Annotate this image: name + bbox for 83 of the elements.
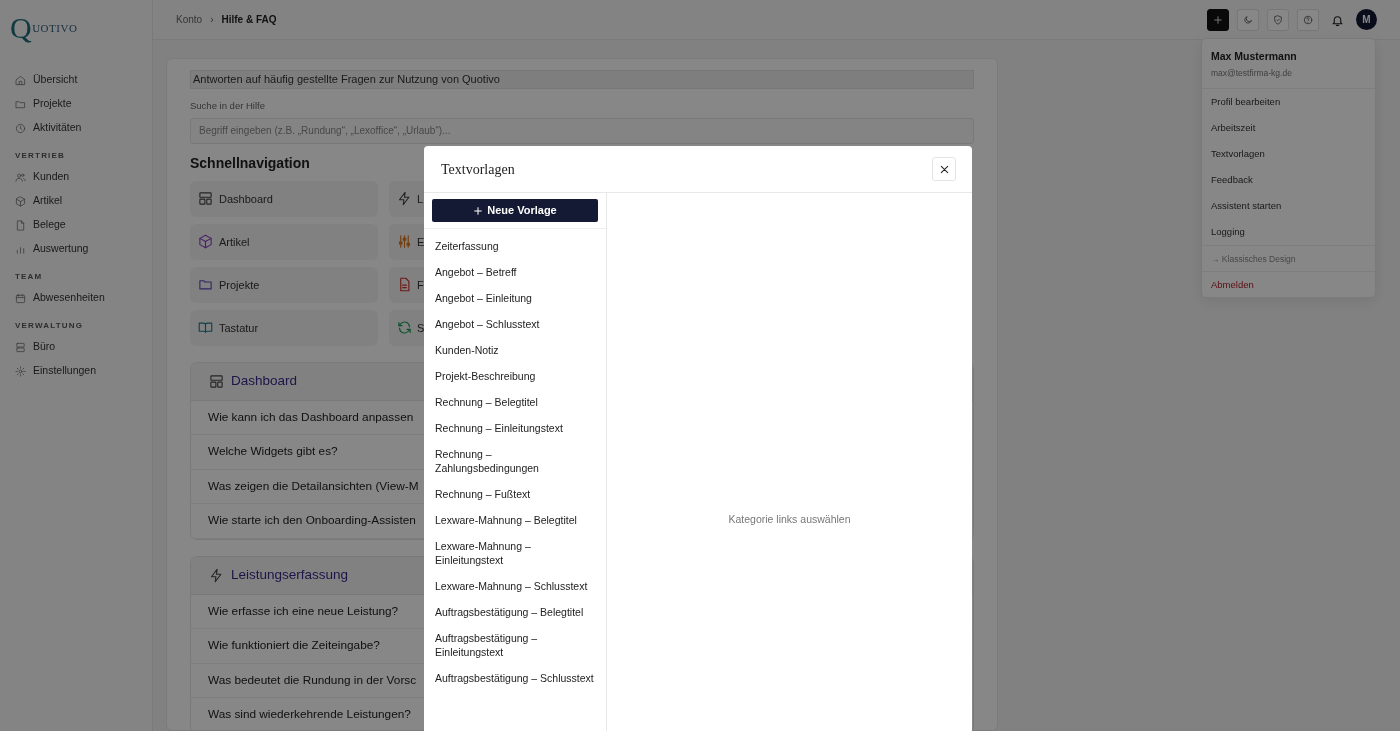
section-heading: TEAM <box>15 271 44 283</box>
plus-icon <box>1213 14 1223 25</box>
template-item[interactable]: Lexware-Mahnung – Belegtitel <box>424 507 606 533</box>
document-icon <box>397 277 412 293</box>
template-item[interactable]: Auftragsbestätigung – Schlusstext <box>424 665 606 691</box>
menu-item[interactable]: Arbeitszeit <box>1202 114 1375 141</box>
avatar[interactable]: M <box>1356 9 1377 30</box>
template-item[interactable]: Projekt-Beschreibung <box>424 363 606 389</box>
section-heading: VERTRIEB <box>15 150 67 162</box>
search-field[interactable]: Begriff eingeben (z.B. „Rundung“, „Lexoffice“, „Urlaub“)... <box>190 117 974 144</box>
section-title: Schnellnavigation <box>190 153 310 173</box>
menu-item[interactable]: Textvorlagen <box>1202 140 1375 167</box>
menu-item[interactable]: Assistent starten <box>1202 192 1375 219</box>
lightning-icon <box>397 191 412 207</box>
template-item[interactable]: Kunden-Notiz <box>424 337 606 363</box>
sidebar-item[interactable]: Einstellungen <box>10 359 142 383</box>
template-item[interactable]: Rechnung – Belegtitel <box>424 389 606 415</box>
menu-item[interactable]: Feedback <box>1202 166 1375 193</box>
cube-icon <box>15 195 26 207</box>
template-item[interactable]: Rechnung – Fußtext <box>424 481 606 507</box>
quick-link-tile[interactable]: Artikel <box>190 223 378 260</box>
menu-item[interactable]: Profil bearbeiten <box>1202 88 1375 115</box>
sidebar-item[interactable]: Übersicht <box>10 68 142 92</box>
home-icon <box>15 74 26 86</box>
layout-icon <box>209 373 224 389</box>
modal-title: Textvorlagen <box>441 160 515 179</box>
menu-item[interactable]: Abmelden <box>1202 270 1375 297</box>
template-item[interactable]: Lexware-Mahnung – Einleitungstext <box>424 533 606 573</box>
empty-hint: Kategorie links auswählen <box>728 512 851 527</box>
user-email: max@testfirma-kg.de <box>1211 66 1293 80</box>
help-icon <box>1303 14 1313 25</box>
settings-icon <box>15 365 26 377</box>
quick-link-tile[interactable]: Projekte <box>190 266 378 303</box>
sidebar-item[interactable]: Projekte <box>10 92 142 116</box>
folder-icon <box>198 277 213 293</box>
template-item[interactable]: Rechnung – Einleitungstext <box>424 415 606 441</box>
template-item[interactable]: Lexware-Mahnung – Schlusstext <box>424 573 606 599</box>
faq-section-title: Leistungserfassung <box>231 566 349 585</box>
new-template-button[interactable]: Neue Vorlage <box>432 199 598 222</box>
moon-icon <box>1243 14 1253 25</box>
sliders-icon <box>397 234 412 250</box>
template-item[interactable]: Rechnung – Zahlungsbedingungen <box>424 441 606 481</box>
folder-icon <box>15 98 26 110</box>
faq-section-title: Dashboard <box>231 372 298 391</box>
lightning-icon <box>209 567 224 583</box>
plus-icon <box>473 205 484 216</box>
refresh-icon <box>397 320 412 336</box>
template-item[interactable]: Auftragsbestätigung – Belegtitel <box>424 599 606 625</box>
sidebar-item[interactable]: Büro <box>10 335 142 359</box>
bell-icon[interactable] <box>1331 13 1344 27</box>
sidebar-item[interactable]: Artikel <box>10 189 142 213</box>
plus-button[interactable] <box>1207 8 1229 31</box>
breadcrumb-current: Hilfe & FAQ <box>221 13 277 27</box>
user-name: Max Mustermann <box>1211 49 1298 64</box>
layout-icon <box>198 191 213 207</box>
section-heading: VERWALTUNG <box>15 320 85 332</box>
book-icon <box>198 320 213 336</box>
field-label: Suche in der Hilfe <box>190 98 266 113</box>
template-item[interactable]: Angebot – Schlusstext <box>424 311 606 337</box>
close-icon <box>938 163 950 175</box>
sidebar-item[interactable]: Belege <box>10 213 142 237</box>
intro-text: Antworten auf häufig gestellte Fragen zur Nutzung von Quotivo <box>190 70 974 89</box>
quick-link-tile[interactable]: Tastatur <box>190 309 378 346</box>
menu-item[interactable]: Logging <box>1202 218 1375 245</box>
calendar-icon <box>15 292 26 304</box>
template-item[interactable]: Angebot – Betreff <box>424 259 606 285</box>
sidebar-item[interactable]: Auswertung <box>10 237 142 261</box>
close-button[interactable] <box>932 157 956 181</box>
cube-icon <box>198 234 213 250</box>
sidebar-item[interactable]: Kunden <box>10 165 142 189</box>
template-item[interactable]: Auftragsbestätigung – Einleitungstext <box>424 625 606 665</box>
quick-link-tile[interactable]: Dashboard <box>190 180 378 217</box>
document-icon <box>15 219 26 231</box>
sidebar-item[interactable]: Aktivitäten <box>10 116 142 140</box>
shield-icon <box>1273 14 1283 25</box>
users-icon <box>15 171 26 183</box>
sidebar-item[interactable]: Abwesenheiten <box>10 286 142 310</box>
breadcrumb-link[interactable]: Konto <box>176 12 203 27</box>
server-icon <box>15 341 26 353</box>
breadcrumb-separator: › <box>210 13 214 27</box>
template-item[interactable]: Angebot – Einleitung <box>424 285 606 311</box>
clock-icon <box>15 122 26 134</box>
template-item[interactable]: Zeiterfassung <box>424 233 606 259</box>
